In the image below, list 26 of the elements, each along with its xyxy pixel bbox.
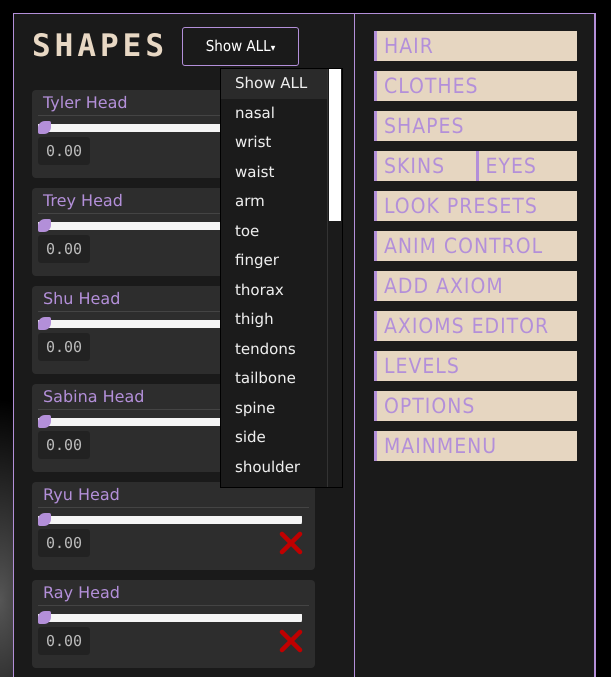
dropdown-option[interactable]: waist bbox=[221, 158, 327, 187]
dropdown-option[interactable]: toe bbox=[221, 216, 327, 246]
dropdown-option[interactable]: finger bbox=[221, 246, 327, 276]
dropdown-option[interactable]: side bbox=[221, 423, 327, 452]
dropdown-option[interactable]: wrist bbox=[221, 128, 327, 158]
slider-thumb[interactable] bbox=[38, 513, 51, 526]
scrollbar-thumb[interactable] bbox=[329, 69, 341, 221]
value-field[interactable]: 0.00 bbox=[38, 235, 90, 263]
dropdown-option[interactable]: Show ALL bbox=[221, 69, 327, 98]
dropdown-option[interactable]: shoulder bbox=[221, 452, 327, 482]
slider-thumb[interactable] bbox=[38, 611, 51, 624]
filter-dropdown[interactable]: Show ALL▾ bbox=[182, 26, 299, 66]
slider-thumb[interactable] bbox=[38, 219, 51, 232]
value-field[interactable]: 0.00 bbox=[38, 137, 90, 165]
value-field[interactable]: 0.00 bbox=[38, 431, 90, 459]
value-field[interactable]: 0.00 bbox=[38, 627, 90, 655]
dropdown-option[interactable]: tendons bbox=[221, 334, 327, 364]
value-field[interactable]: 0.00 bbox=[38, 333, 90, 361]
slider-thumb[interactable] bbox=[38, 415, 51, 428]
slider-thumb[interactable] bbox=[38, 121, 51, 134]
shape-name: Ray Head bbox=[38, 583, 309, 606]
panel-title: SHAPES bbox=[32, 28, 168, 64]
slider-thumb[interactable] bbox=[38, 317, 51, 330]
value-field[interactable]: 0.00 bbox=[38, 529, 90, 557]
slider-track[interactable] bbox=[38, 513, 302, 526]
slider-track[interactable] bbox=[38, 611, 302, 624]
